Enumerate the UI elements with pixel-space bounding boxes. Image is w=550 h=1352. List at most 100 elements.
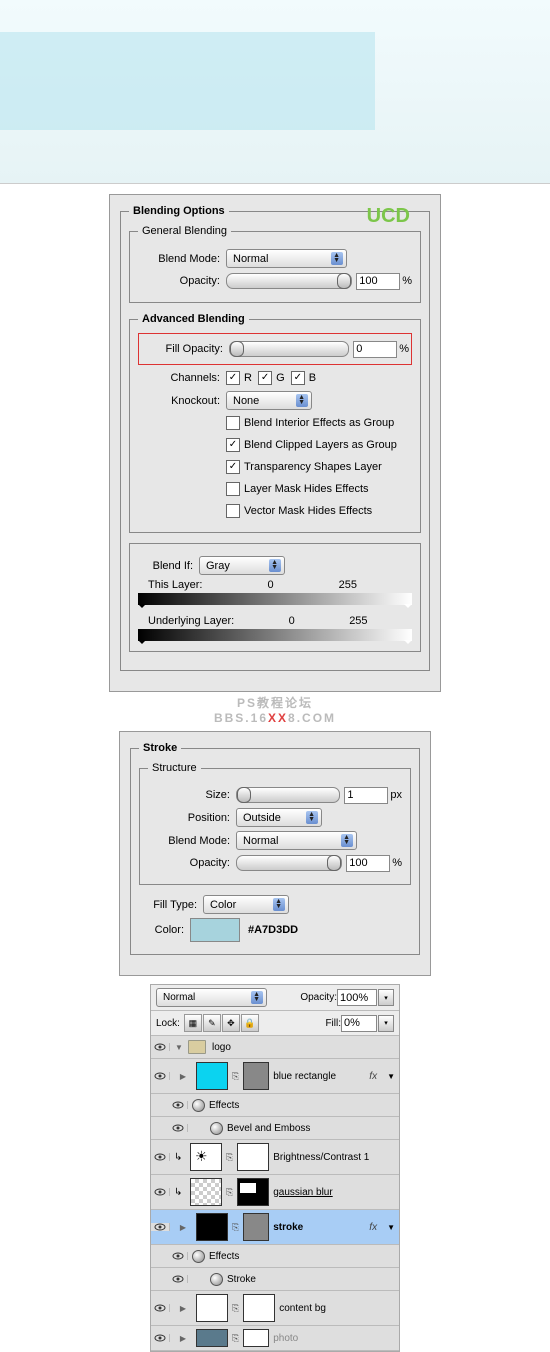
gradient-stop-white[interactable] xyxy=(404,640,412,648)
lock-all-button[interactable]: 🔒 xyxy=(241,1014,259,1032)
fx-badge[interactable]: fx xyxy=(369,1071,383,1082)
gradient-stop-black[interactable] xyxy=(138,640,146,648)
layers-panel: Normal ▲▼ Opacity: ▾ Lock: ▦ ✎ ✥ 🔒 Fill:… xyxy=(150,984,400,1352)
layers-opacity-input[interactable] xyxy=(337,989,377,1006)
layers-opacity-label: Opacity: xyxy=(300,992,337,1003)
color-label: Color: xyxy=(139,924,190,936)
layer-thumbnail[interactable] xyxy=(196,1062,228,1090)
visibility-toggle[interactable] xyxy=(151,1334,170,1342)
mask-thumbnail[interactable] xyxy=(243,1213,269,1241)
adjustment-thumbnail[interactable]: ☀ xyxy=(190,1143,222,1171)
lock-transparency-button[interactable]: ▦ xyxy=(184,1014,202,1032)
layer-effects[interactable]: Effects xyxy=(151,1094,399,1117)
opacity-slider[interactable] xyxy=(226,273,352,289)
expand-toggle[interactable]: ▶ xyxy=(174,1334,192,1343)
fill-stepper[interactable]: ▾ xyxy=(378,1015,394,1032)
expand-toggle[interactable]: ▶ xyxy=(174,1223,192,1232)
size-slider[interactable] xyxy=(236,787,340,803)
layer-content-bg[interactable]: ▶ ⎘ content bg xyxy=(151,1291,399,1326)
layer-photo[interactable]: ▶ ⎘ photo xyxy=(151,1326,399,1351)
color-swatch[interactable] xyxy=(190,918,240,942)
blend-if-fieldset: Blend If: Gray ▲▼ This Layer: 0 255 Unde… xyxy=(129,543,421,652)
visibility-toggle[interactable] xyxy=(151,1153,170,1161)
stroke-blend-mode-dropdown[interactable]: Normal ▲▼ xyxy=(236,831,357,850)
clip-indicator: ↳ xyxy=(174,1152,186,1163)
gradient-stop-black[interactable] xyxy=(138,604,146,612)
transparency-shapes-checkbox[interactable] xyxy=(226,460,240,474)
layers-fill-input[interactable] xyxy=(341,1015,377,1032)
mask-thumbnail[interactable] xyxy=(243,1062,269,1090)
fill-type-value: Color xyxy=(210,899,236,911)
channel-r-checkbox[interactable] xyxy=(226,371,240,385)
layers-blend-mode-dropdown[interactable]: Normal ▲▼ xyxy=(156,988,267,1007)
visibility-toggle[interactable] xyxy=(151,1304,170,1312)
mask-thumbnail[interactable] xyxy=(237,1178,269,1206)
layer-label: Effects xyxy=(209,1251,395,1262)
gradient-stop-white[interactable] xyxy=(404,604,412,612)
opacity-stepper[interactable]: ▾ xyxy=(378,989,394,1006)
position-dropdown[interactable]: Outside ▲▼ xyxy=(236,808,322,827)
link-icon: ⎘ xyxy=(226,1187,233,1198)
layer-thumbnail[interactable] xyxy=(196,1294,228,1322)
mask-thumbnail[interactable] xyxy=(243,1329,269,1347)
blend-mode-value: Normal xyxy=(233,253,268,265)
underlying-gradient[interactable] xyxy=(138,629,412,641)
stroke-opacity-input[interactable] xyxy=(346,855,390,872)
expand-toggle[interactable]: ▶ xyxy=(174,1304,192,1313)
visibility-toggle[interactable] xyxy=(151,1043,170,1051)
blend-clipped-checkbox[interactable] xyxy=(226,438,240,452)
layer-stroke-effect[interactable]: Stroke xyxy=(151,1268,399,1291)
fx-badge[interactable]: fx xyxy=(369,1222,383,1233)
fx-expand[interactable]: ▼ xyxy=(387,1223,395,1232)
size-input[interactable] xyxy=(344,787,388,804)
layer-gaussian-blur[interactable]: ↳ ⎘ gaussian blur xyxy=(151,1175,399,1210)
link-icon: ⎘ xyxy=(232,1303,239,1314)
visibility-toggle[interactable] xyxy=(151,1223,170,1231)
fx-expand[interactable]: ▼ xyxy=(387,1072,395,1081)
layer-thumbnail[interactable] xyxy=(190,1178,222,1206)
opacity-input[interactable] xyxy=(356,273,400,290)
blend-mode-label: Blend Mode: xyxy=(138,253,226,265)
visibility-toggle[interactable] xyxy=(169,1124,188,1132)
layer-thumbnail[interactable] xyxy=(196,1213,228,1241)
expand-toggle[interactable]: ▼ xyxy=(170,1043,188,1052)
fill-opacity-slider[interactable] xyxy=(229,341,349,357)
layer-stroke[interactable]: ▶ ⎘ stroke fx▼ xyxy=(151,1210,399,1245)
channel-g-checkbox[interactable] xyxy=(258,371,272,385)
layer-blue-rectangle[interactable]: ▶ ⎘ blue rectangle fx▼ xyxy=(151,1059,399,1094)
layer-brightness-contrast[interactable]: ↳ ☀ ⎘ Brightness/Contrast 1 xyxy=(151,1140,399,1175)
layer-stroke-effects[interactable]: Effects xyxy=(151,1245,399,1268)
mask-thumbnail[interactable] xyxy=(237,1143,269,1171)
general-blending-fieldset: General Blending Blend Mode: Normal ▲▼ O… xyxy=(129,225,421,303)
expand-toggle[interactable]: ▶ xyxy=(174,1072,192,1081)
blend-mode-dropdown[interactable]: Normal ▲▼ xyxy=(226,249,347,268)
visibility-toggle[interactable] xyxy=(169,1252,188,1260)
channel-b-label: B xyxy=(309,372,316,384)
fill-type-label: Fill Type: xyxy=(139,899,203,911)
lock-position-button[interactable]: ✥ xyxy=(222,1014,240,1032)
layer-group-logo[interactable]: ▼ logo xyxy=(151,1036,399,1059)
blend-interior-checkbox[interactable] xyxy=(226,416,240,430)
layer-mask-hides-label: Layer Mask Hides Effects xyxy=(244,483,369,495)
slider-thumb[interactable] xyxy=(237,787,251,803)
lock-pixels-button[interactable]: ✎ xyxy=(203,1014,221,1032)
visibility-toggle[interactable] xyxy=(151,1188,170,1196)
layer-thumbnail[interactable] xyxy=(196,1329,228,1347)
blend-if-dropdown[interactable]: Gray ▲▼ xyxy=(199,556,285,575)
slider-thumb[interactable] xyxy=(327,855,341,871)
knockout-dropdown[interactable]: None ▲▼ xyxy=(226,391,312,410)
this-layer-gradient[interactable] xyxy=(138,593,412,605)
visibility-toggle[interactable] xyxy=(169,1275,188,1283)
layer-bevel-emboss[interactable]: Bevel and Emboss xyxy=(151,1117,399,1140)
fill-opacity-input[interactable] xyxy=(353,341,397,358)
stroke-opacity-slider[interactable] xyxy=(236,855,342,871)
slider-thumb[interactable] xyxy=(337,273,351,289)
layer-mask-hides-checkbox[interactable] xyxy=(226,482,240,496)
visibility-toggle[interactable] xyxy=(151,1072,170,1080)
slider-thumb[interactable] xyxy=(230,341,244,357)
vector-mask-hides-checkbox[interactable] xyxy=(226,504,240,518)
fill-type-dropdown[interactable]: Color ▲▼ xyxy=(203,895,289,914)
mask-thumbnail[interactable] xyxy=(243,1294,275,1322)
channel-b-checkbox[interactable] xyxy=(291,371,305,385)
visibility-toggle[interactable] xyxy=(169,1101,188,1109)
